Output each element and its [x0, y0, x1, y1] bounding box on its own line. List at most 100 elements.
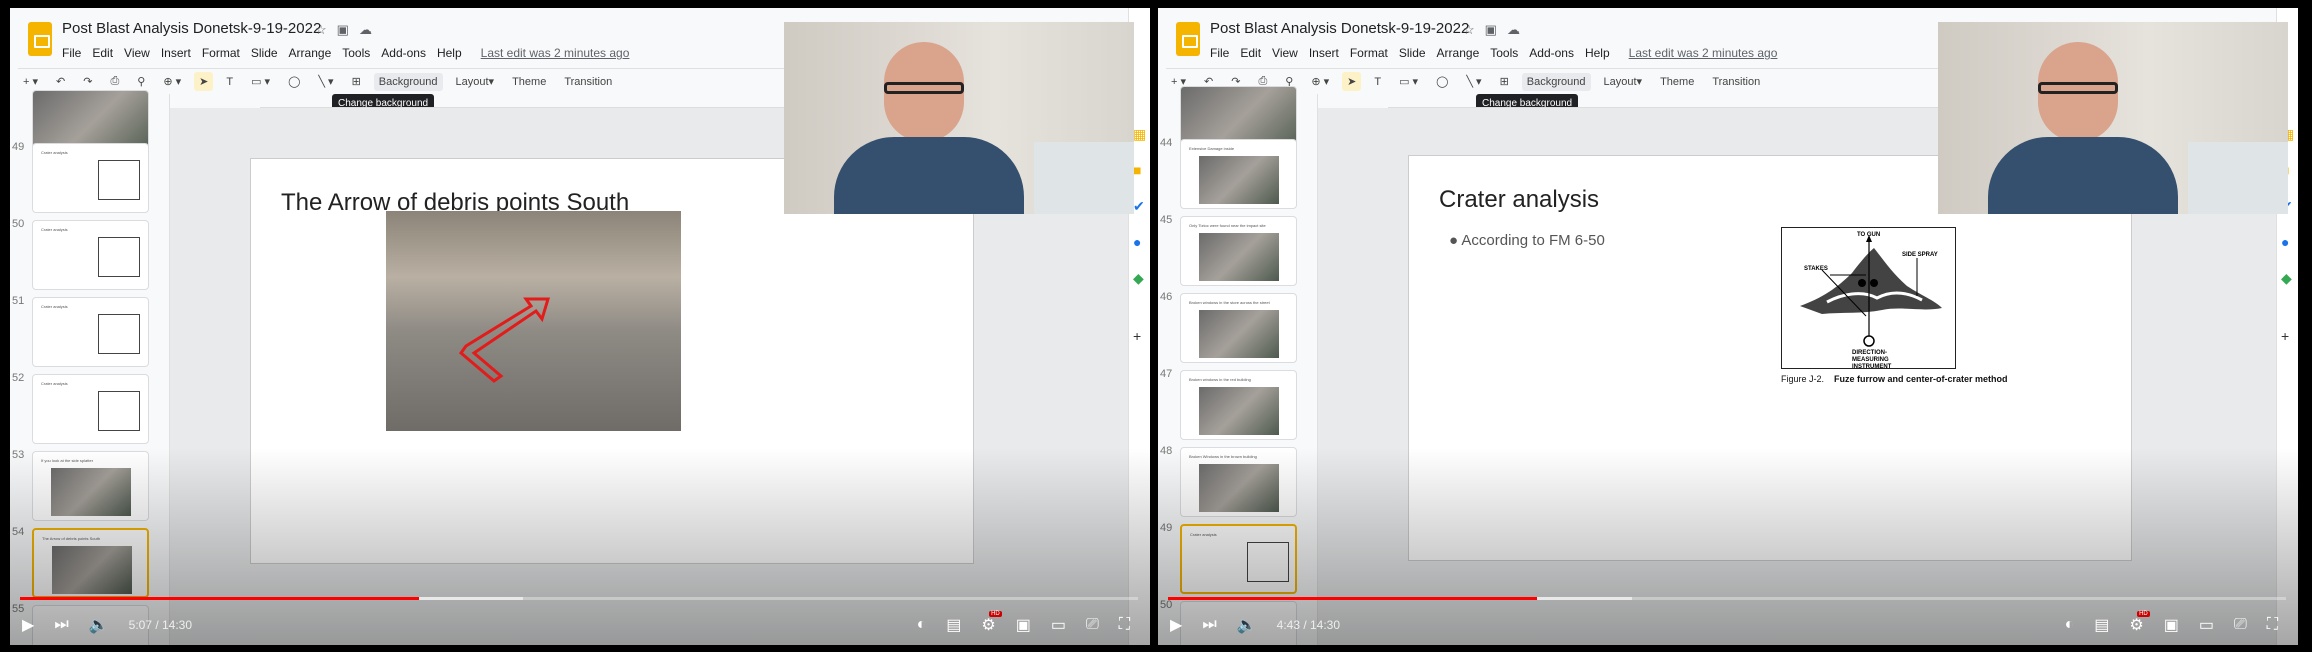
menu-insert[interactable]: Insert — [1309, 46, 1339, 60]
maps-icon[interactable]: ◆ — [1133, 270, 1144, 287]
progress-bar[interactable] — [20, 597, 1138, 600]
slide-thumbnail[interactable]: Crater analysis — [32, 220, 149, 290]
shape-icon[interactable]: ◯ — [1431, 72, 1453, 91]
slide-thumbnail[interactable]: Crater analysis — [32, 374, 149, 444]
transition-button[interactable]: Transition — [1707, 73, 1765, 91]
theater-icon[interactable]: ▭ — [2199, 615, 2214, 635]
menu-arrange[interactable]: Arrange — [289, 46, 332, 60]
document-title[interactable]: Post Blast Analysis Donetsk-9-19-2022 — [62, 20, 321, 37]
theme-button[interactable]: Theme — [1655, 73, 1699, 91]
slide-thumbnail[interactable]: Broken windows in the store across the s… — [1180, 293, 1297, 363]
layout-button[interactable]: Layout▾ — [451, 72, 500, 91]
slide-bullet[interactable]: ● According to FM 6-50 — [1449, 232, 1605, 249]
paint-format-icon[interactable]: ⚲ — [132, 72, 150, 91]
menu-format[interactable]: Format — [1350, 46, 1388, 60]
debris-photo[interactable] — [386, 211, 681, 431]
background-button[interactable]: Background — [1521, 72, 1591, 91]
menu-slide[interactable]: Slide — [251, 46, 278, 60]
cloud-status-icon[interactable]: ☁ — [1507, 22, 1520, 38]
slide-thumbnail[interactable]: Crater analysis — [32, 143, 149, 213]
redo-icon[interactable]: ↷ — [78, 72, 97, 91]
slides-logo-icon[interactable] — [1176, 22, 1200, 56]
add-addon-icon[interactable]: + — [1133, 328, 1141, 344]
slides-logo-icon[interactable] — [28, 22, 52, 56]
slide-thumbnail[interactable]: Broken windows in the red building — [1180, 370, 1297, 440]
image-icon[interactable]: ▭ ▾ — [246, 72, 275, 91]
menu-add-ons[interactable]: Add-ons — [381, 46, 426, 60]
zoom-icon[interactable]: ⊕ ▾ — [158, 72, 186, 91]
menu-tools[interactable]: Tools — [342, 46, 370, 60]
slide-title[interactable]: Crater analysis — [1439, 186, 1599, 214]
folder-icon[interactable]: ▣ — [1485, 22, 1497, 38]
subtitles-icon[interactable]: ▤ — [2094, 615, 2109, 635]
theater-icon[interactable]: ▭ — [1051, 615, 1066, 635]
transition-button[interactable]: Transition — [559, 73, 617, 91]
add-addon-icon[interactable]: + — [2281, 328, 2289, 344]
menu-view[interactable]: View — [1272, 46, 1298, 60]
miniplayer-icon[interactable]: ▣ — [2164, 615, 2179, 635]
line-icon[interactable]: ╲ ▾ — [313, 72, 338, 91]
menu-file[interactable]: File — [1210, 46, 1229, 60]
cast-icon[interactable]: ⎚ — [2234, 616, 2247, 634]
miniplayer-icon[interactable]: ▣ — [1016, 615, 1031, 635]
cloud-status-icon[interactable]: ☁ — [359, 22, 372, 38]
menu-view[interactable]: View — [124, 46, 150, 60]
progress-bar[interactable] — [1168, 597, 2286, 600]
autoplay-toggle-icon[interactable]: ◐ — [917, 616, 927, 634]
folder-icon[interactable]: ▣ — [337, 22, 349, 38]
menu-arrange[interactable]: Arrange — [1437, 46, 1480, 60]
contacts-icon[interactable]: ● — [2281, 234, 2289, 250]
undo-icon[interactable]: ↶ — [51, 72, 70, 91]
comment-icon[interactable]: ⊞ — [347, 72, 366, 91]
shape-icon[interactable]: ◯ — [283, 72, 305, 91]
next-icon[interactable]: ⏭ — [54, 616, 68, 634]
fullscreen-icon[interactable]: ⛶ — [2267, 616, 2278, 634]
maps-icon[interactable]: ◆ — [2281, 270, 2292, 287]
video-frame-left[interactable]: Post Blast Analysis Donetsk-9-19-2022 ☆ ▣ ☁… — [10, 8, 1150, 645]
next-icon[interactable]: ⏭ — [1202, 616, 1216, 634]
menu-edit[interactable]: Edit — [1240, 46, 1261, 60]
volume-icon[interactable]: 🔈 — [1237, 615, 1257, 635]
document-title[interactable]: Post Blast Analysis Donetsk-9-19-2022 — [1210, 20, 1469, 37]
last-edit-link[interactable]: Last edit was 2 minutes ago — [481, 46, 630, 60]
slide-thumbnail[interactable]: Extensive Damage inside — [1180, 139, 1297, 209]
menu-add-ons[interactable]: Add-ons — [1529, 46, 1574, 60]
select-icon[interactable]: ➤ — [1342, 72, 1362, 91]
layout-button[interactable]: Layout▾ — [1599, 72, 1648, 91]
calendar-icon[interactable]: ▦ — [1133, 126, 1146, 143]
textbox-icon[interactable]: T — [221, 73, 238, 91]
image-icon[interactable]: ▭ ▾ — [1394, 72, 1423, 91]
textbox-icon[interactable]: T — [1369, 73, 1386, 91]
settings-icon[interactable]: ⚙ HD — [981, 611, 1002, 635]
line-icon[interactable]: ╲ ▾ — [1461, 72, 1486, 91]
last-edit-link[interactable]: Last edit was 2 minutes ago — [1629, 46, 1778, 60]
fullscreen-icon[interactable]: ⛶ — [1119, 616, 1130, 634]
star-icon[interactable]: ☆ — [315, 22, 327, 38]
zoom-icon[interactable]: ⊕ ▾ — [1306, 72, 1334, 91]
menu-insert[interactable]: Insert — [161, 46, 191, 60]
contacts-icon[interactable]: ● — [1133, 234, 1141, 250]
menu-edit[interactable]: Edit — [92, 46, 113, 60]
keep-icon[interactable]: ■ — [1133, 162, 1141, 178]
autoplay-toggle-icon[interactable]: ◐ — [2065, 616, 2075, 634]
menu-tools[interactable]: Tools — [1490, 46, 1518, 60]
video-frame-right[interactable]: Post Blast Analysis Donetsk-9-19-2022 ☆ ▣ ☁… — [1158, 8, 2298, 645]
play-icon[interactable]: ▶ — [1170, 615, 1182, 635]
star-icon[interactable]: ☆ — [1463, 22, 1475, 38]
menu-file[interactable]: File — [62, 46, 81, 60]
volume-icon[interactable]: 🔈 — [89, 615, 109, 635]
select-icon[interactable]: ➤ — [194, 72, 214, 91]
cast-icon[interactable]: ⎚ — [1086, 616, 1099, 634]
comment-icon[interactable]: ⊞ — [1495, 72, 1514, 91]
menu-help[interactable]: Help — [1585, 46, 1610, 60]
slide-thumbnail[interactable]: Crater analysis — [32, 297, 149, 367]
subtitles-icon[interactable]: ▤ — [946, 615, 961, 635]
slide-thumbnail[interactable]: Only Tiztoc were found near the impact s… — [1180, 216, 1297, 286]
play-icon[interactable]: ▶ — [22, 615, 34, 635]
menu-slide[interactable]: Slide — [1399, 46, 1426, 60]
background-button[interactable]: Background — [373, 72, 443, 91]
new-slide-icon[interactable]: + ▾ — [18, 72, 43, 91]
theme-button[interactable]: Theme — [507, 73, 551, 91]
figure-image[interactable]: TO GUN SIDE SPRAY STAKES DIRECTION- MEAS… — [1781, 227, 1956, 370]
print-icon[interactable]: ⎙ — [105, 72, 124, 91]
